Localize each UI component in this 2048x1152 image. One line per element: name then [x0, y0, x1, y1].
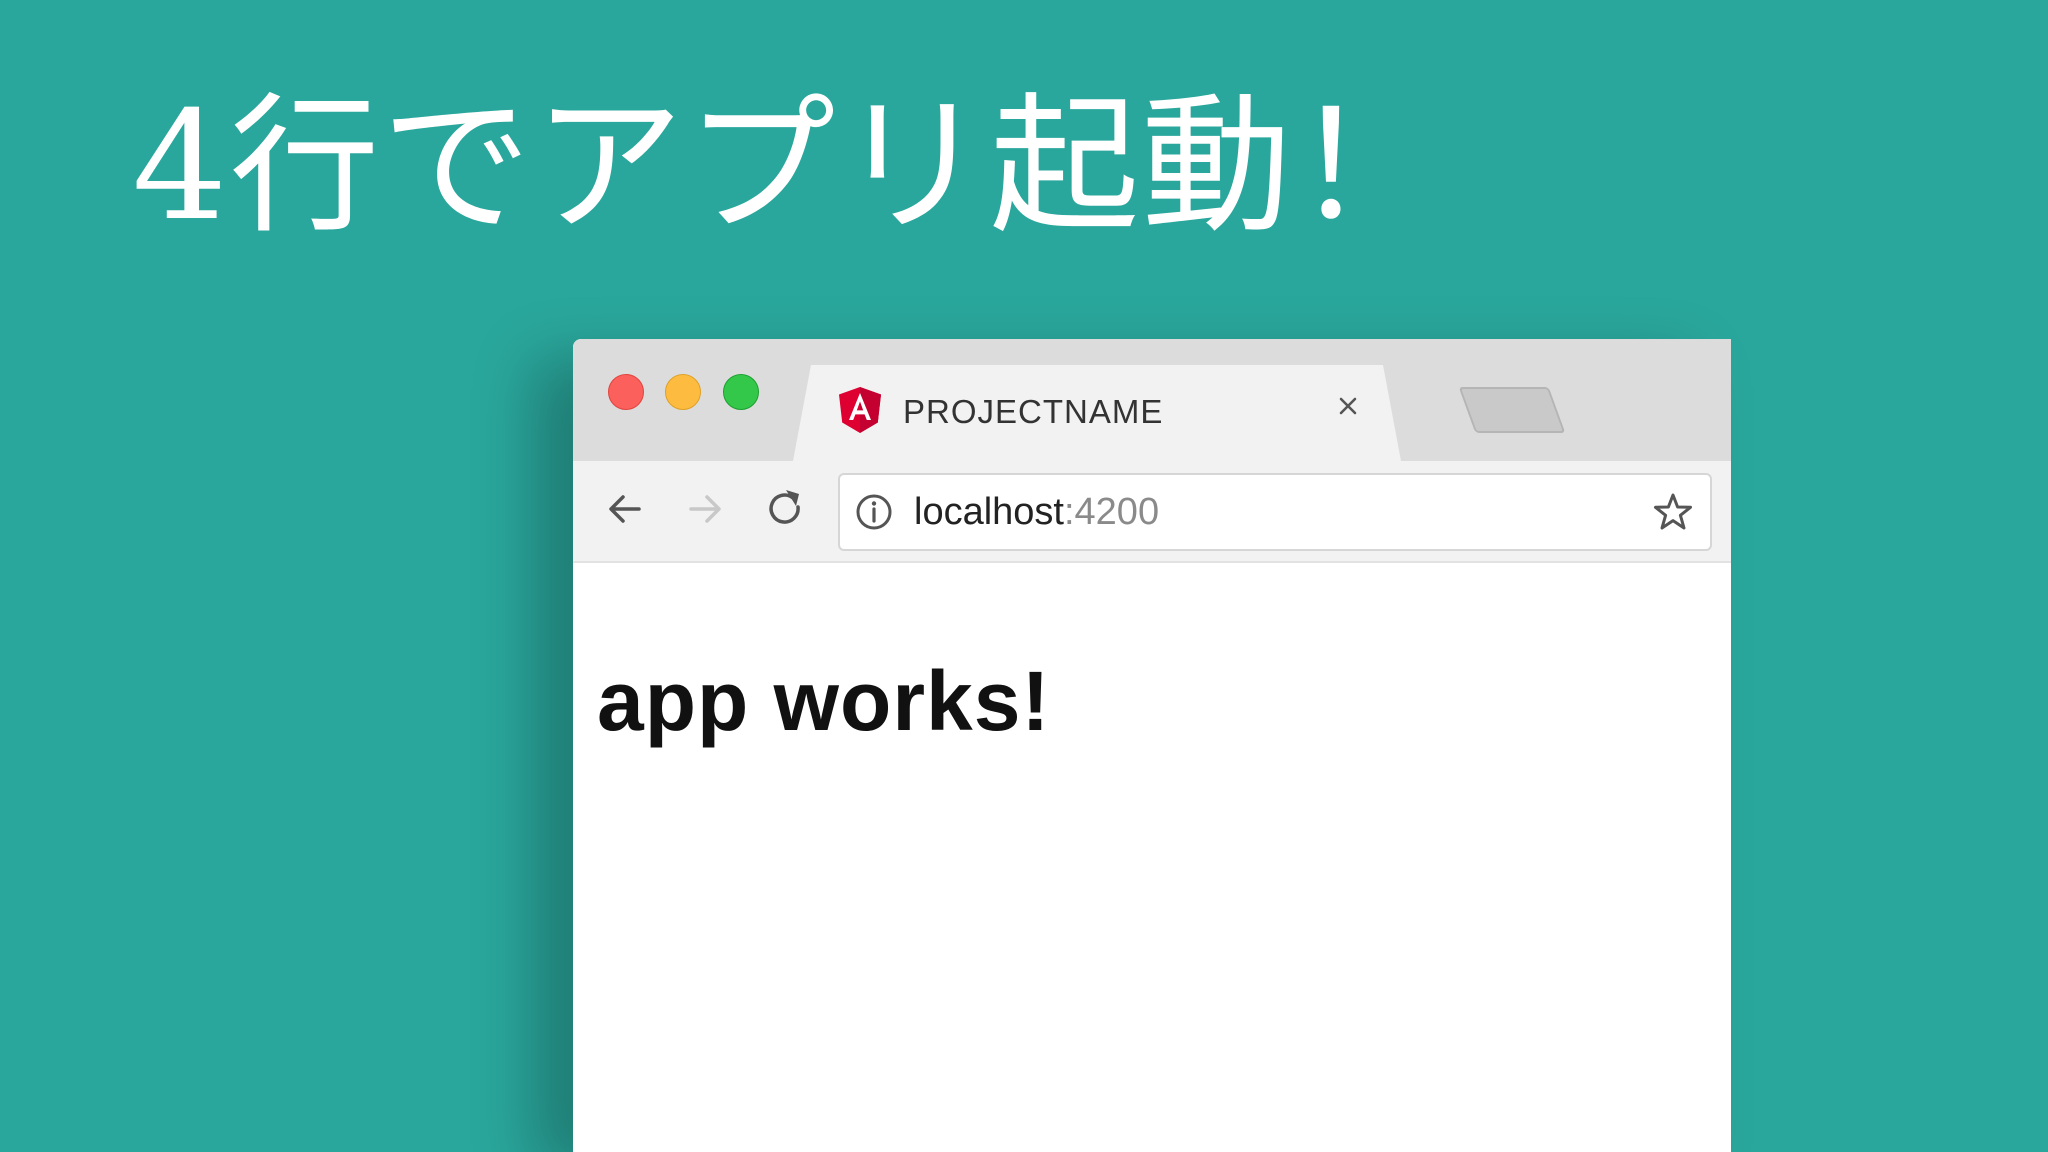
reload-icon[interactable] [761, 485, 809, 533]
url-host: localhost [914, 491, 1064, 533]
url-port: :4200 [1063, 491, 1160, 533]
tab-strip: PROJECTNAME [573, 339, 1731, 461]
window-close-button[interactable] [608, 374, 644, 410]
window-maximize-button[interactable] [723, 374, 759, 410]
tab-title: PROJECTNAME [903, 393, 1164, 430]
page-viewport: app works! [573, 563, 1731, 1152]
angular-logo-icon [839, 387, 881, 433]
address-bar[interactable]: localhost:4200 [838, 473, 1712, 551]
url-text: localhost:4200 [914, 491, 1159, 533]
slide-title: 4行でアプリ起動！ [132, 80, 1446, 254]
browser-toolbar: localhost:4200 [573, 461, 1731, 563]
browser-window: PROJECTNAME localhost:4200 app works! [573, 339, 1731, 1152]
arrow-left-icon[interactable] [601, 485, 649, 533]
star-icon[interactable] [1652, 491, 1694, 533]
page-heading: app works! [597, 654, 1051, 748]
info-icon[interactable] [854, 492, 894, 532]
tab-projectname[interactable]: PROJECTNAME [793, 365, 1401, 461]
close-icon[interactable] [1333, 391, 1363, 421]
window-minimize-button[interactable] [665, 374, 701, 410]
arrow-right-icon[interactable] [681, 485, 729, 533]
new-tab-button[interactable] [1458, 387, 1566, 433]
